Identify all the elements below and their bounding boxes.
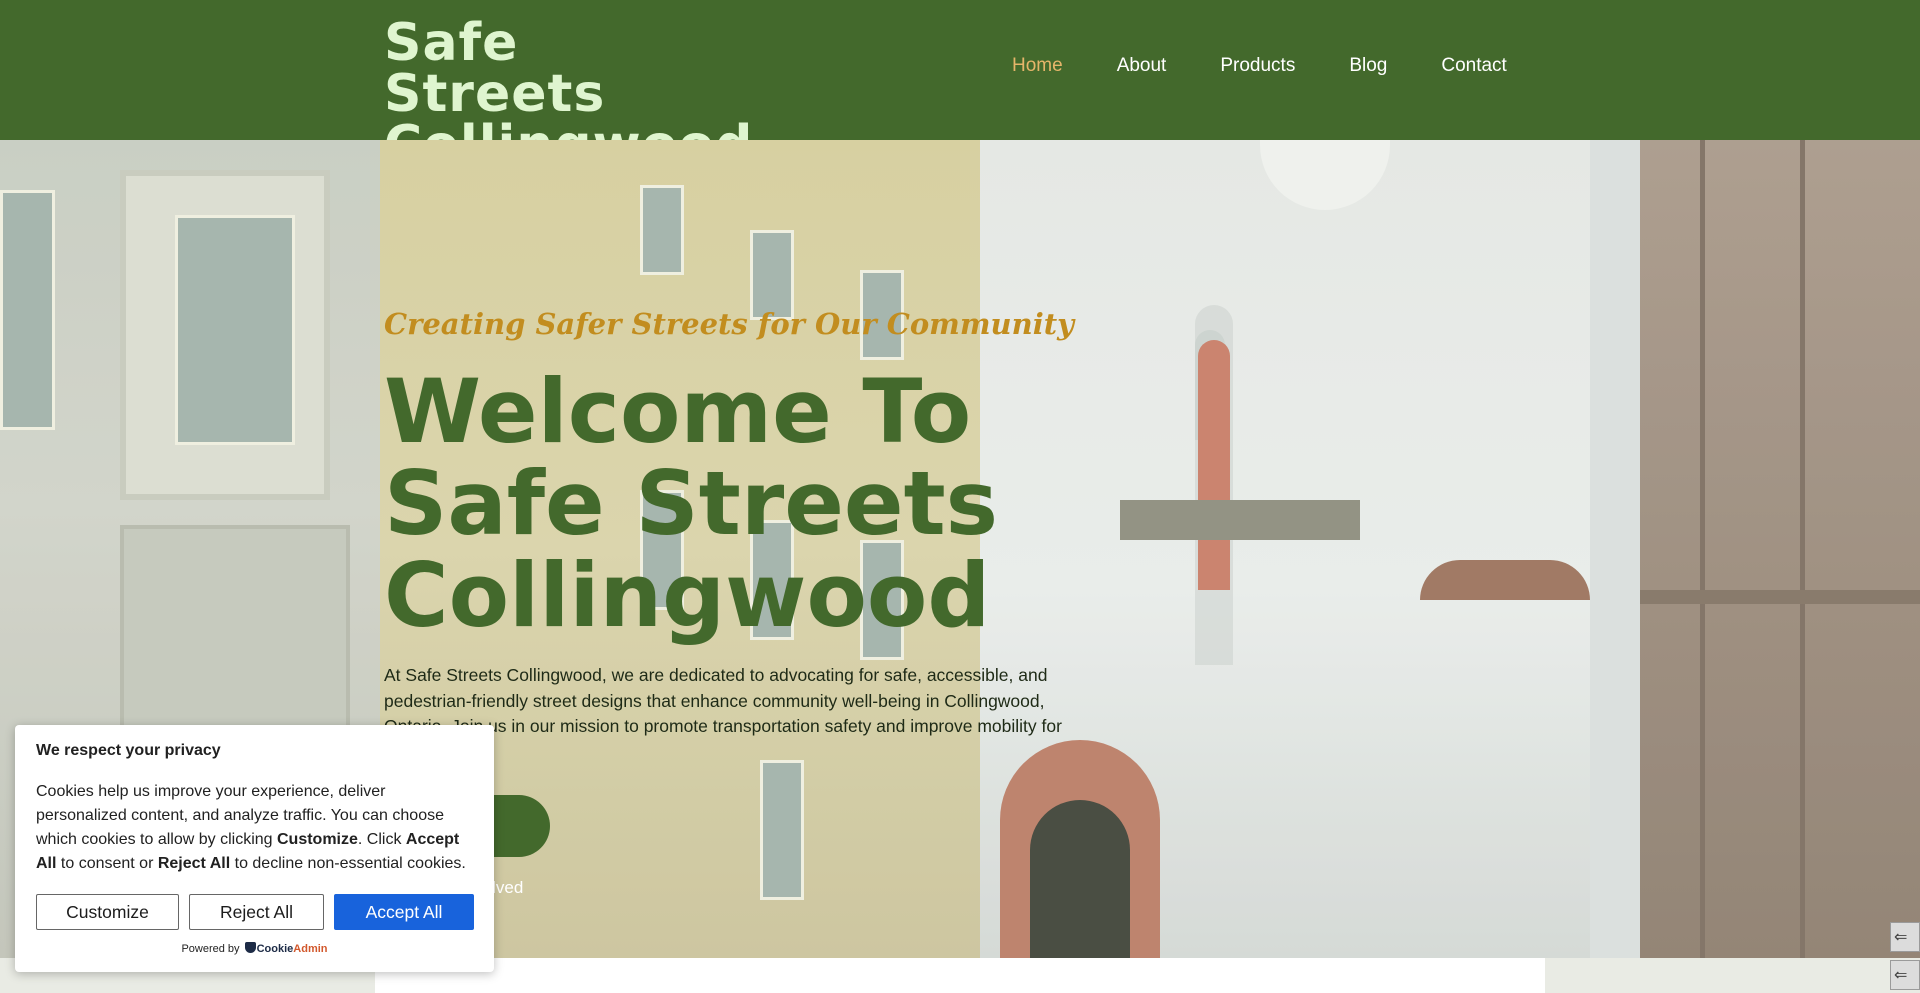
cookie-powered-by[interactable]: Powered by CookieAdmin xyxy=(15,942,494,955)
main-nav: Home About Products Blog Contact xyxy=(1012,55,1507,77)
cookie-text-2: . Click xyxy=(357,831,406,848)
cookieadmin-shield-icon xyxy=(244,942,256,953)
cookie-reject-button[interactable]: Reject All xyxy=(189,894,324,930)
cookie-customize-button[interactable]: Customize xyxy=(36,894,179,930)
cookie-accept-button[interactable]: Accept All xyxy=(334,894,474,930)
cookie-text-customize: Customize xyxy=(277,831,358,848)
cookie-text-3: to consent or xyxy=(56,855,158,872)
nav-home[interactable]: Home xyxy=(1012,55,1063,77)
powered-by-label: Powered by xyxy=(181,943,240,955)
content-section xyxy=(375,958,1545,993)
nav-contact[interactable]: Contact xyxy=(1441,55,1506,77)
nav-about[interactable]: About xyxy=(1117,55,1167,77)
hero-title: Welcome To Safe Streets Collingwood xyxy=(384,360,999,647)
hero-tagline: Creating Safer Streets for Our Community xyxy=(384,307,1074,341)
nav-blog[interactable]: Blog xyxy=(1349,55,1387,77)
brand-line-1: Safe Streets xyxy=(384,13,606,124)
logo-part-cookie: Cookie xyxy=(256,943,294,955)
edge-arrow-button-1[interactable]: ⇐ xyxy=(1890,922,1920,952)
edge-arrow-button-2[interactable]: ⇐ xyxy=(1890,960,1920,990)
cookie-text-4: to decline non-essential cookies. xyxy=(230,855,466,872)
cookie-text-reject: Reject All xyxy=(157,855,231,872)
cookieadmin-logo: CookieAdmin xyxy=(257,943,328,955)
cookie-consent-banner: We respect your privacy Cookies help us … xyxy=(15,725,494,972)
cookie-description: Cookies help us improve your experience,… xyxy=(36,780,476,876)
cookie-title: We respect your privacy xyxy=(36,742,221,759)
site-header: Safe Streets Collingwood Home About Prod… xyxy=(0,0,1920,171)
logo-part-admin: Admin xyxy=(293,943,328,955)
nav-products[interactable]: Products xyxy=(1220,55,1295,77)
